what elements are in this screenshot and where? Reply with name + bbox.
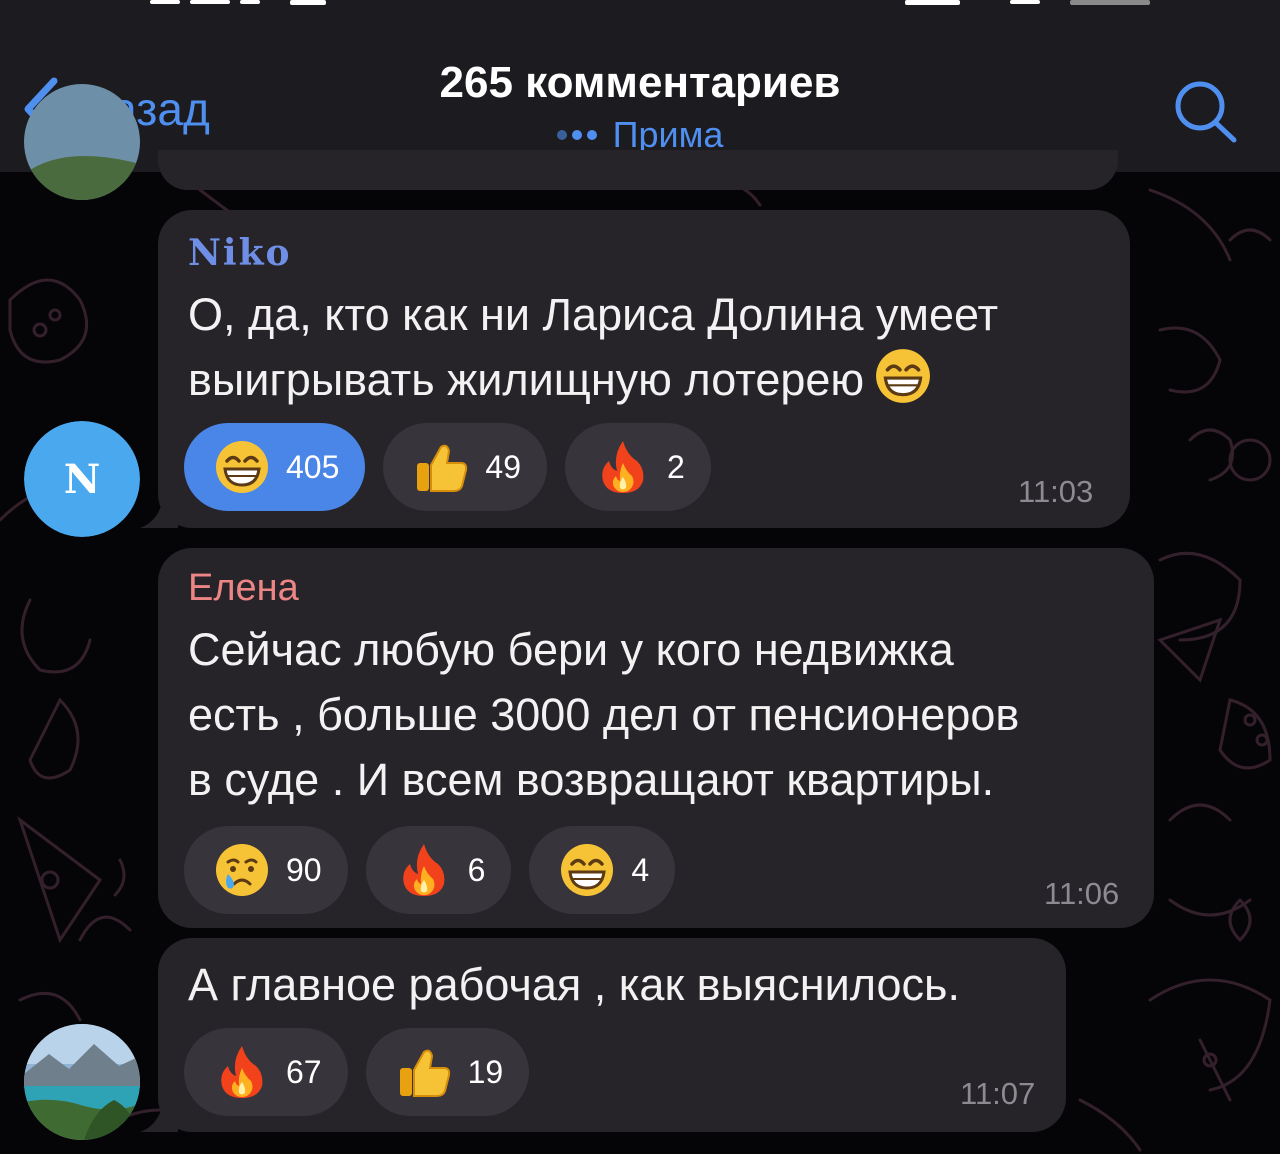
- reaction-count: 2: [666, 448, 685, 485]
- reactions-row: 90 6 4: [184, 826, 676, 914]
- message-text-line: О, да, кто как ни Лариса Долина умеет: [188, 289, 999, 340]
- message-text-line: А главное рабочая , как выяснилось.: [188, 959, 960, 1010]
- reaction-fire[interactable]: 67: [184, 1028, 348, 1116]
- reaction-crying[interactable]: 90: [184, 826, 348, 914]
- message-text-line: выигрывать жилищную лотерею: [188, 347, 998, 412]
- message-text-line: есть , больше 3000 дел от пенсионеров: [188, 689, 1020, 740]
- thumbs-up-icon: [417, 444, 468, 492]
- fire-icon: [402, 844, 444, 896]
- reaction-grinning[interactable]: 4: [529, 826, 676, 914]
- landscape-avatar-image: [24, 1024, 140, 1140]
- grinning-face-icon: [216, 441, 268, 493]
- reactions-row: 67 19: [184, 1028, 530, 1116]
- bubble-tail: [140, 490, 178, 528]
- reaction-count: 67: [286, 1053, 322, 1090]
- reaction-grinning[interactable]: 405: [184, 423, 366, 511]
- typing-indicator-icon: [556, 130, 597, 140]
- message-text-line: в суде . И всем возвращают квартиры.: [188, 754, 995, 805]
- message-text-line: Сейчас любую бери у кого недвижка: [188, 624, 954, 675]
- avatar-fragment: [24, 84, 140, 200]
- header-title-block: 265 комментариев Прима: [340, 58, 940, 156]
- message-time: 11:03: [1018, 474, 1094, 509]
- sender-name[interactable]: Елена: [188, 567, 299, 610]
- sender-name[interactable]: Niko: [188, 232, 292, 274]
- bubble-tail: [140, 1094, 178, 1132]
- message-text: О, да, кто как ни Лариса Долина умеет вы…: [188, 282, 998, 412]
- reaction-fire[interactable]: 6: [365, 826, 512, 914]
- reaction-count: 19: [467, 1053, 504, 1090]
- search-icon[interactable]: [1170, 78, 1240, 144]
- reaction-fire[interactable]: 2: [564, 423, 711, 511]
- page-title: 265 комментариев: [439, 58, 841, 107]
- grinning-face-icon: [561, 844, 614, 896]
- avatar[interactable]: [24, 1024, 140, 1140]
- reaction-count: 6: [467, 851, 486, 888]
- reaction-thumbs-up[interactable]: 19: [365, 1028, 530, 1116]
- reactions-row: 405 49 2: [184, 423, 711, 511]
- crying-face-icon: [216, 844, 268, 896]
- message-text: А главное рабочая , как выяснилось.: [188, 952, 960, 1017]
- reaction-count: 49: [485, 448, 521, 485]
- previous-message-fragment: [158, 150, 1118, 190]
- avatar[interactable]: N: [24, 421, 140, 537]
- message-time: 11:07: [960, 1076, 1036, 1111]
- message-text: Сейчас любую бери у кого недвижка есть ,…: [188, 617, 1019, 812]
- reaction-count: 90: [286, 851, 322, 888]
- grinning-face-icon: [876, 349, 931, 403]
- avatar-letter: N: [64, 456, 101, 503]
- chat-header: Назад 265 комментариев Прима: [0, 0, 1280, 172]
- thumbs-up-icon: [399, 1049, 450, 1097]
- fire-icon: [602, 441, 644, 493]
- reaction-count: 405: [286, 448, 340, 485]
- message-time: 11:06: [1044, 876, 1120, 911]
- reaction-thumbs-up[interactable]: 49: [383, 423, 547, 511]
- fire-icon: [221, 1046, 263, 1098]
- reaction-count: 4: [631, 851, 650, 888]
- status-bar-fragment: [150, 0, 1150, 5]
